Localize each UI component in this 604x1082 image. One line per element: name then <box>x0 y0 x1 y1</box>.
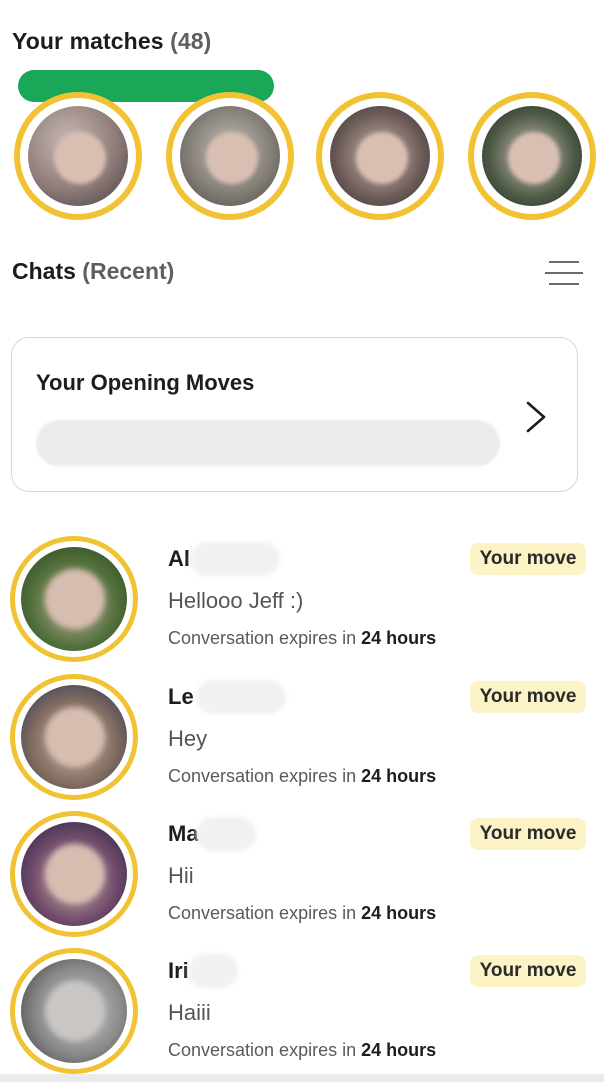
chat-avatar-photo <box>21 822 127 926</box>
chevron-right-icon <box>526 401 546 433</box>
expiry-prefix: Conversation expires in <box>168 1040 357 1060</box>
chat-avatar[interactable] <box>10 948 138 1074</box>
blurred-face <box>45 844 105 904</box>
blurred-face <box>54 132 106 184</box>
blurred-face <box>356 132 408 184</box>
chat-name: Le <box>168 684 194 709</box>
match-avatar-photo <box>482 106 582 206</box>
chats-title: Chats (Recent) <box>12 258 174 285</box>
match-avatar-photo <box>28 106 128 206</box>
chats-subtitle: (Recent) <box>82 258 175 284</box>
matches-title: Your matches (48) <box>12 28 211 55</box>
bottom-edge <box>0 1074 604 1082</box>
matches-title-label: Your matches <box>12 28 164 54</box>
chat-avatar-photo <box>21 547 127 651</box>
chat-avatar[interactable] <box>10 811 138 937</box>
chat-avatar-photo <box>21 959 127 1063</box>
opening-moves-card[interactable]: Your Opening Moves <box>11 337 578 492</box>
chat-expiry: Conversation expires in 24 hours <box>168 903 436 924</box>
chat-row[interactable]: Iri Your move Haiii Conversation expires… <box>0 948 604 1082</box>
name-redaction <box>196 817 256 851</box>
chat-name: Ma <box>168 821 199 846</box>
chat-message: Haiii <box>168 1000 211 1025</box>
chat-expiry: Conversation expires in 24 hours <box>168 628 436 649</box>
chat-avatar-photo <box>21 685 127 789</box>
match-avatar-photo <box>180 106 280 206</box>
match-avatar[interactable] <box>316 92 454 220</box>
match-avatar-photo <box>330 106 430 206</box>
match-avatar[interactable] <box>166 92 304 220</box>
chat-row[interactable]: Al Your move Hellooo Jeff :) Conversatio… <box>0 536 604 672</box>
your-move-badge: Your move <box>470 681 586 713</box>
match-avatar[interactable] <box>468 92 604 220</box>
opening-moves-title: Your Opening Moves <box>36 370 255 395</box>
your-move-badge: Your move <box>470 818 586 850</box>
name-redaction <box>190 542 280 576</box>
chat-row[interactable]: Ma Your move Hii Conversation expires in… <box>0 811 604 947</box>
match-avatar[interactable] <box>14 92 152 220</box>
name-redaction <box>188 954 238 988</box>
expiry-time: 24 hours <box>361 766 437 786</box>
blurred-face <box>45 981 105 1041</box>
chat-row[interactable]: Le Your move Hey Conversation expires in… <box>0 674 604 810</box>
chat-name: Al <box>168 546 190 571</box>
expiry-prefix: Conversation expires in <box>168 903 357 923</box>
expiry-time: 24 hours <box>361 628 437 648</box>
chats-title-label: Chats <box>12 258 76 284</box>
your-move-badge: Your move <box>470 955 586 987</box>
chat-message: Hey <box>168 726 208 751</box>
opening-moves-redacted-text <box>36 420 500 466</box>
matches-count: (48) <box>170 28 212 54</box>
expiry-prefix: Conversation expires in <box>168 766 357 786</box>
chat-message: Hii <box>168 863 194 888</box>
name-redaction <box>196 680 286 714</box>
chat-name: Iri <box>168 958 189 983</box>
blurred-face <box>508 132 560 184</box>
your-move-badge: Your move <box>470 543 586 575</box>
expiry-time: 24 hours <box>361 1040 437 1060</box>
expiry-prefix: Conversation expires in <box>168 628 357 648</box>
blurred-face <box>45 569 105 629</box>
expiry-time: 24 hours <box>361 903 437 923</box>
chat-expiry: Conversation expires in 24 hours <box>168 1040 436 1061</box>
chat-expiry: Conversation expires in 24 hours <box>168 766 436 787</box>
blurred-face <box>45 707 105 767</box>
chat-avatar[interactable] <box>10 536 138 662</box>
chat-message: Hellooo Jeff :) <box>168 588 304 613</box>
blurred-face <box>206 132 258 184</box>
filter-lines-icon[interactable] <box>545 258 583 288</box>
chat-avatar[interactable] <box>10 674 138 800</box>
